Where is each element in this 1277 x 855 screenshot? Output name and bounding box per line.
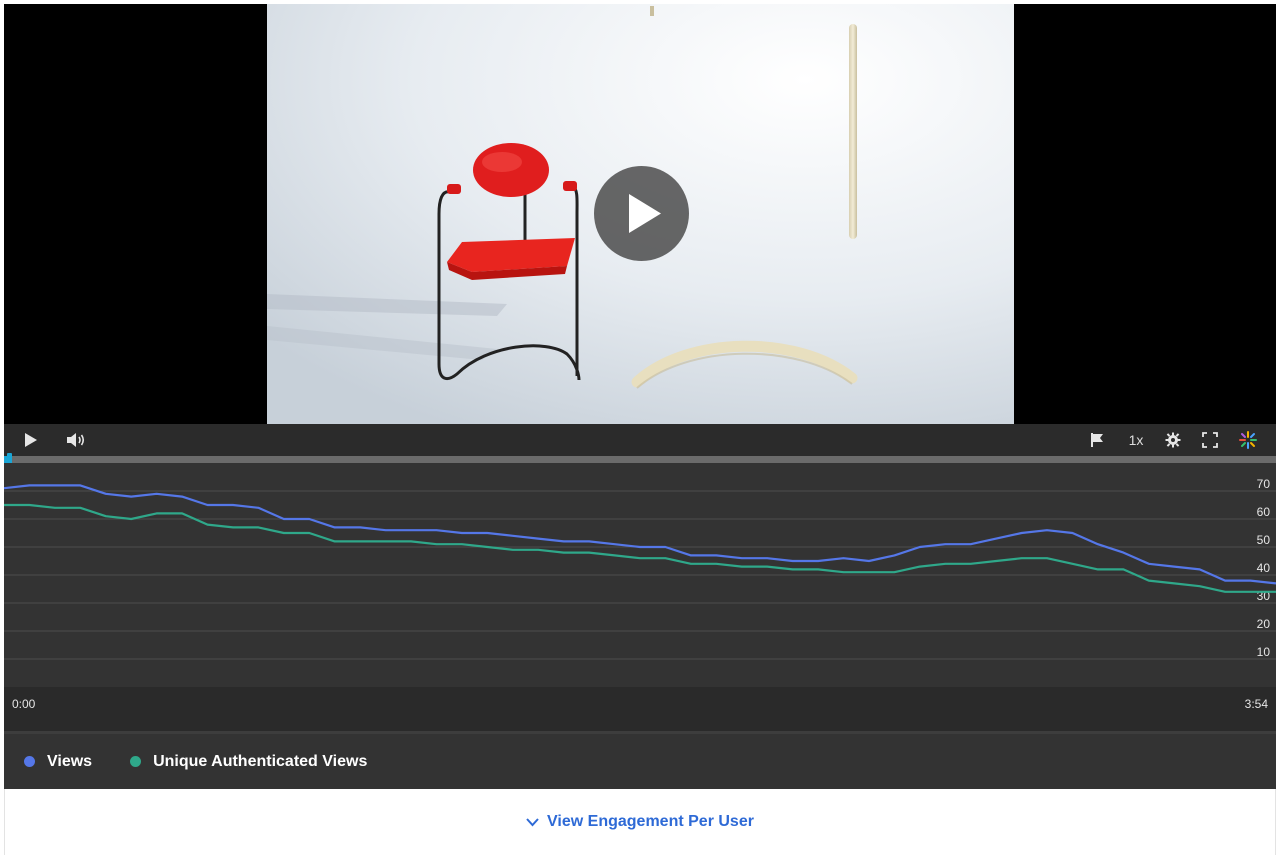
legend-item-unique-views: Unique Authenticated Views	[130, 753, 367, 771]
legend-dot-views	[24, 756, 35, 767]
play-icon	[629, 194, 661, 233]
chart-legend: Views Unique Authenticated Views	[4, 731, 1276, 789]
brand-spark-icon	[1239, 431, 1257, 449]
fullscreen-icon	[1202, 432, 1218, 448]
brand-logo-button[interactable]	[1237, 429, 1259, 451]
series-line-unique-authenticated-views	[4, 503, 1276, 593]
engagement-footer: View Engagement Per User	[4, 789, 1276, 855]
play-toggle-button[interactable]	[20, 429, 42, 451]
fullscreen-button[interactable]	[1199, 429, 1221, 451]
y-tick-label-50: 50	[1257, 533, 1271, 547]
video-viewport[interactable]	[4, 4, 1276, 424]
volume-button[interactable]	[64, 429, 88, 451]
y-tick-label-20: 20	[1257, 617, 1271, 631]
time-start-label: 0:00	[12, 697, 36, 711]
flag-icon	[1091, 433, 1103, 447]
settings-button[interactable]	[1162, 429, 1184, 451]
playback-speed-label: 1x	[1128, 432, 1144, 448]
engagement-chart-svg: 10203040506070	[3, 477, 1277, 660]
y-tick-label-10: 10	[1257, 645, 1271, 659]
gear-icon	[1165, 432, 1181, 448]
seek-bar[interactable]	[4, 453, 1276, 466]
video-analytics-panel: 1x 10 20 30 40 50 60 70 0:00 3:54 Views …	[3, 4, 1277, 855]
chevron-down-icon	[526, 817, 539, 826]
view-engagement-per-user-label: View Engagement Per User	[547, 813, 754, 830]
view-engagement-per-user-link[interactable]: View Engagement Per User	[526, 813, 754, 831]
legend-label-views: Views	[47, 752, 93, 770]
player-control-bar: 1x	[4, 424, 1276, 456]
legend-dot-unique-views	[130, 756, 142, 767]
play-icon	[25, 433, 37, 447]
engagement-chart: 10 20 30 40 50 60 70	[3, 463, 1277, 687]
big-play-button[interactable]	[594, 166, 689, 261]
volume-icon	[67, 433, 85, 447]
chart-time-axis: 0:00 3:54	[4, 687, 1276, 731]
y-tick-label-70: 70	[1257, 477, 1271, 491]
y-tick-label-60: 60	[1257, 505, 1271, 519]
flag-button[interactable]	[1086, 429, 1108, 451]
legend-item-views: Views	[24, 753, 92, 771]
time-end-label: 3:54	[1244, 697, 1268, 711]
series-line-views	[3, 484, 1277, 585]
legend-label-unique-views: Unique Authenticated Views	[153, 752, 368, 770]
playback-speed-button[interactable]: 1x	[1122, 429, 1150, 451]
y-tick-label-40: 40	[1257, 561, 1271, 575]
